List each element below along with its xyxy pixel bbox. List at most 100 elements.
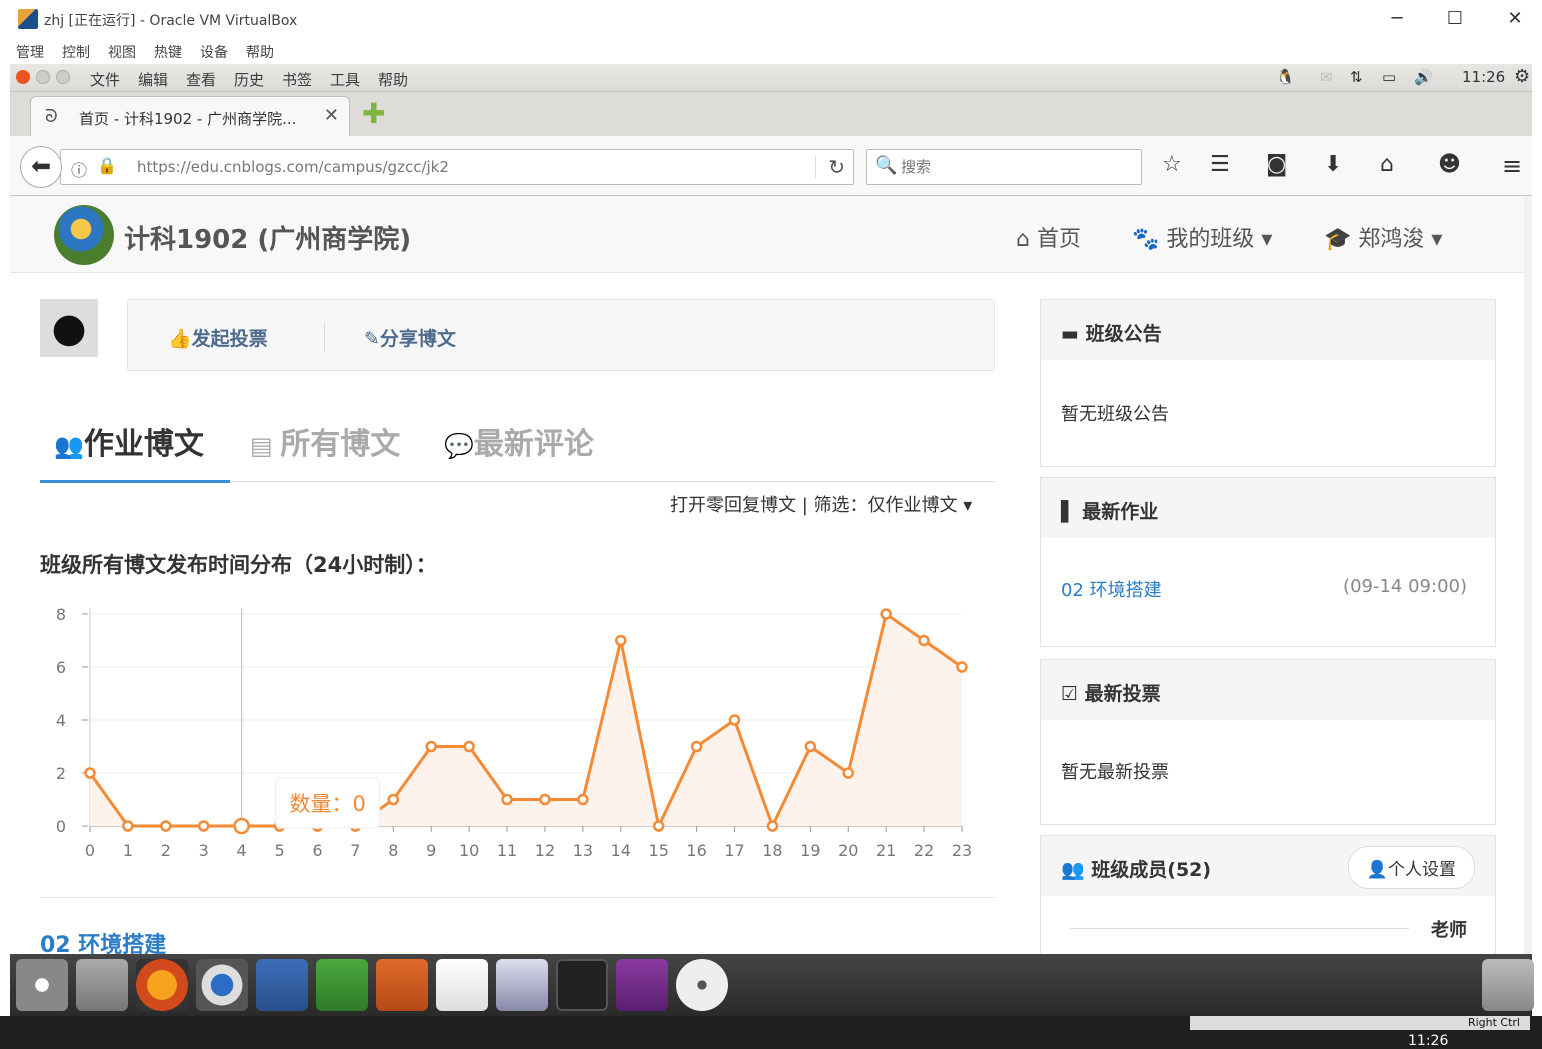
tab-homework-posts[interactable]: 👥作业博文 xyxy=(54,419,204,463)
menu-edit[interactable]: 编辑 xyxy=(138,69,168,90)
home-icon[interactable]: ⌂ xyxy=(1380,152,1394,177)
x-tick-label: 15 xyxy=(649,841,669,860)
menu-help[interactable]: 帮助 xyxy=(378,69,408,90)
data-point xyxy=(197,820,210,832)
y-tick-label: 8 xyxy=(56,605,66,624)
x-tick-label: 23 xyxy=(952,841,972,860)
menu-view[interactable]: 查看 xyxy=(186,69,216,90)
menu-file[interactable]: 文件 xyxy=(90,69,120,90)
data-point xyxy=(652,820,665,832)
start-vote-button[interactable]: 👍发起投票 xyxy=(168,324,268,351)
software-center-icon[interactable] xyxy=(436,959,488,1011)
pocket-icon[interactable]: ◙ xyxy=(1266,152,1287,177)
network-arrows-icon[interactable]: ⇅ xyxy=(1350,68,1363,86)
unity-dock xyxy=(10,954,1534,1016)
files-icon[interactable] xyxy=(76,959,128,1011)
bookmark-star-icon[interactable]: ☆ xyxy=(1162,152,1182,177)
host-menu-hotkey[interactable]: 热键 xyxy=(154,42,182,62)
menu-history[interactable]: 历史 xyxy=(234,69,264,90)
remmina-icon[interactable] xyxy=(496,959,548,1011)
download-icon[interactable]: ⬇ xyxy=(1324,152,1342,177)
host-menu-manage[interactable]: 管理 xyxy=(16,42,44,62)
panel-header: ▌ 最新作业 xyxy=(1041,478,1495,538)
panel-header: 👥 班级成员(52) 👤个人设置 xyxy=(1041,836,1495,896)
disc-icon[interactable] xyxy=(676,959,728,1011)
x-tick-label: 3 xyxy=(199,841,209,860)
caret-down-icon: ▾ xyxy=(957,495,973,516)
y-tick-label: 2 xyxy=(56,764,66,783)
graduation-cap-icon: 🎓 xyxy=(1324,227,1359,252)
gear-icon[interactable]: ⚙ xyxy=(1514,66,1530,87)
book-icon: ▌ xyxy=(1061,501,1083,523)
x-tick-label: 20 xyxy=(838,841,858,860)
tab-latest-comments[interactable]: 💬最新评论 xyxy=(444,419,594,463)
divider xyxy=(1069,928,1409,929)
post-title-link[interactable]: 02 环境搭建 xyxy=(40,927,166,954)
url-text[interactable]: https://edu.cnblogs.com/campus/gzcc/jk2 xyxy=(137,158,449,176)
back-button[interactable]: ⬅ xyxy=(20,146,62,188)
panel-latest-homework: ▌ 最新作业 02 环境搭建 (09-14 09:00) xyxy=(1040,477,1496,647)
teacher-label: 老师 xyxy=(1431,920,1467,941)
x-tick-label: 21 xyxy=(876,841,896,860)
nav-user[interactable]: 🎓 郑鸿浚 ▾ xyxy=(1324,221,1442,253)
window-close-icon[interactable] xyxy=(16,70,30,84)
tab-active[interactable]: ᘐ 首页 - 计科1902 - 广州商学院... ✕ xyxy=(30,96,350,136)
search-input[interactable] xyxy=(901,156,1121,178)
reading-list-icon[interactable]: ☰ xyxy=(1210,152,1230,177)
firefox-icon[interactable] xyxy=(136,959,188,1011)
host-menu-help[interactable]: 帮助 xyxy=(246,42,274,62)
url-bar[interactable]: ⓘ 🔒 https://edu.cnblogs.com/campus/gzcc/… xyxy=(60,149,854,185)
terminal-icon[interactable] xyxy=(556,959,608,1011)
chart-title: 班级所有博文发布时间分布（24小时制）： xyxy=(40,553,437,577)
tab-all-posts[interactable]: ▤ 所有博文 xyxy=(250,419,400,463)
x-tick-label: 14 xyxy=(611,841,631,860)
search-bar[interactable]: 🔍 xyxy=(866,149,1142,185)
workspace-switcher-icon[interactable] xyxy=(616,959,668,1011)
menu-tools[interactable]: 工具 xyxy=(330,69,360,90)
x-tick-label: 4 xyxy=(237,841,247,860)
host-menu-control[interactable]: 控制 xyxy=(62,42,90,62)
calc-icon[interactable] xyxy=(316,959,368,1011)
trash-icon[interactable] xyxy=(1482,959,1534,1011)
data-point xyxy=(387,793,400,806)
nav-home[interactable]: ⌂ 首页 xyxy=(1016,221,1081,253)
window-minimize-icon[interactable] xyxy=(36,70,50,84)
posting-time-chart: 0 2 4 6 8 0 1 2 3 4 5 6 7 8 9 10 11 12 13 14 15 16 17 18 19 20 21 2… xyxy=(40,592,980,882)
filter-controls[interactable]: 打开零回复博文 | 筛选：仅作业博文 ▾ xyxy=(670,491,972,517)
hamburger-menu-icon[interactable]: ≡ xyxy=(1502,152,1522,180)
share-post-button[interactable]: ✎分享博文 xyxy=(364,324,456,351)
vbox-status-bar: Right Ctrl xyxy=(1190,1016,1530,1030)
battery-icon[interactable]: ▭ xyxy=(1382,68,1396,86)
volume-icon[interactable]: 🔊 xyxy=(1414,68,1433,86)
news-icon: ▤ xyxy=(250,432,281,460)
host-menu-devices[interactable]: 设备 xyxy=(200,42,228,62)
homework-link[interactable]: 02 环境搭建 xyxy=(1061,580,1162,601)
minimize-button[interactable]: ─ xyxy=(1374,4,1420,34)
ubuntu-dash-icon[interactable] xyxy=(16,959,68,1011)
new-tab-icon[interactable]: ✚ xyxy=(362,100,386,128)
qq-penguin-icon[interactable]: 🐧 xyxy=(1276,68,1295,86)
x-tick-label: 12 xyxy=(535,841,555,860)
web-page: 计科1902 (广州商学院) ⌂ 首页 🐾 我的班级 ▾ 🎓 郑鸿浚 ▾ 👍发起… xyxy=(10,197,1524,954)
virtualbox-icon xyxy=(18,9,38,29)
chromium-icon[interactable] xyxy=(196,959,248,1011)
user-avatar[interactable] xyxy=(40,299,98,357)
writer-icon[interactable] xyxy=(256,959,308,1011)
menu-bookmarks[interactable]: 书签 xyxy=(282,69,312,90)
info-icon[interactable]: ⓘ xyxy=(71,157,87,181)
hello-icon[interactable]: ☻ xyxy=(1438,152,1461,177)
reload-icon[interactable]: ↻ xyxy=(815,155,845,179)
tab-close-icon[interactable]: ✕ xyxy=(324,105,339,126)
class-logo-avatar[interactable] xyxy=(54,205,114,265)
site-title[interactable]: 计科1902 (广州商学院) xyxy=(124,219,411,256)
close-button[interactable]: ✕ xyxy=(1492,4,1538,34)
panel-clock[interactable]: 11:26 xyxy=(1462,68,1505,86)
personal-settings-button[interactable]: 👤个人设置 xyxy=(1347,846,1475,889)
users-icon: 👥 xyxy=(54,432,84,460)
impress-icon[interactable] xyxy=(376,959,428,1011)
mail-icon[interactable]: ✉ xyxy=(1320,68,1333,86)
host-menu-view[interactable]: 视图 xyxy=(108,42,136,62)
maximize-button[interactable]: ☐ xyxy=(1432,4,1478,34)
nav-my-class[interactable]: 🐾 我的班级 ▾ xyxy=(1132,221,1272,253)
window-maximize-icon[interactable] xyxy=(56,70,70,84)
